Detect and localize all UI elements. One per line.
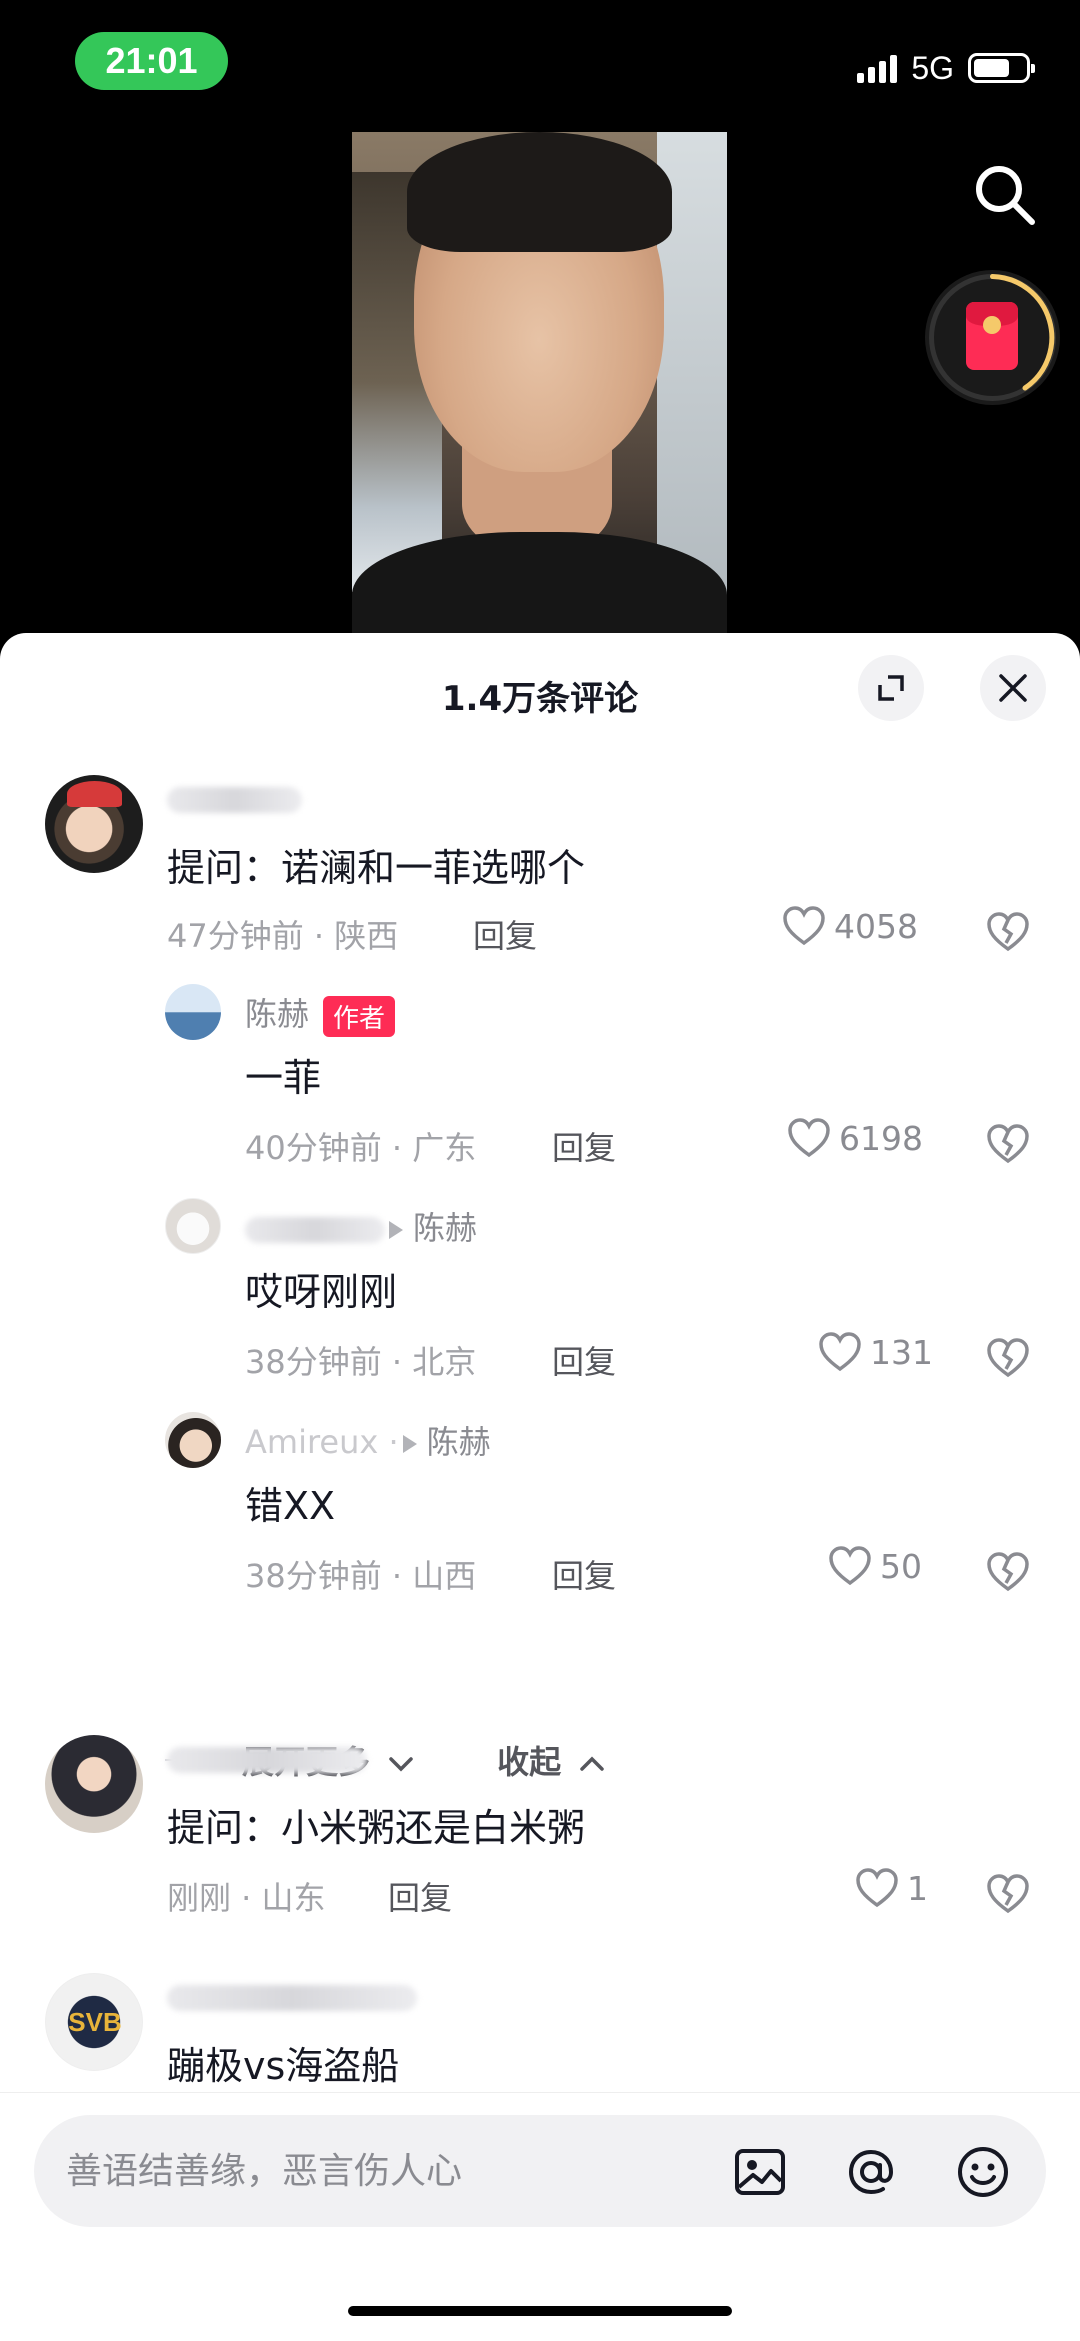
avatar[interactable]: SVB bbox=[45, 1973, 143, 2071]
username[interactable]: Amireux · 陈赫 bbox=[245, 1417, 491, 1463]
close-button[interactable] bbox=[980, 655, 1046, 721]
status-indicators: 5G bbox=[857, 48, 1035, 88]
comment-text: 错XX bbox=[245, 1484, 336, 1528]
comment-input-bar bbox=[0, 2092, 1080, 2341]
reply-arrow-icon bbox=[402, 1435, 417, 1453]
like-button[interactable]: 6198 bbox=[787, 1117, 923, 1159]
reply-button[interactable]: 回复 bbox=[552, 1551, 616, 1597]
like-button[interactable]: 1 bbox=[855, 1867, 928, 1909]
at-icon[interactable] bbox=[842, 2143, 900, 2201]
heart-icon bbox=[856, 1868, 898, 1908]
video-player[interactable] bbox=[352, 132, 727, 652]
comment-input[interactable] bbox=[66, 2115, 706, 2227]
like-button[interactable]: 131 bbox=[818, 1331, 933, 1373]
dislike-icon[interactable] bbox=[986, 1871, 1030, 1915]
comment-text: 提问：诺澜和一菲选哪个 bbox=[167, 846, 586, 890]
avatar[interactable] bbox=[45, 775, 143, 873]
like-count: 131 bbox=[870, 1332, 933, 1372]
comment-meta: 38分钟前 · 北京 bbox=[245, 1343, 477, 1381]
expand-icon bbox=[878, 675, 904, 701]
search-icon[interactable] bbox=[970, 160, 1040, 230]
comment-meta: 38分钟前 · 山西 bbox=[245, 1557, 477, 1595]
author-name: 陈赫 bbox=[245, 995, 310, 1033]
red-packet-icon[interactable] bbox=[925, 270, 1060, 405]
comments-sheet: 1.4万条评论 提问：诺澜和一菲选哪个 47分钟前 · 陕西 回复 4058 陈… bbox=[0, 633, 1080, 2341]
status-time: 21:01 bbox=[75, 32, 228, 90]
avatar[interactable] bbox=[165, 984, 221, 1040]
close-icon bbox=[999, 674, 1027, 702]
heart-icon bbox=[819, 1332, 861, 1372]
username[interactable] bbox=[167, 1739, 367, 1777]
like-count: 1 bbox=[907, 1868, 928, 1908]
comment-text: 哎呀刚刚 bbox=[245, 1270, 398, 1314]
chevron-down-icon bbox=[389, 1757, 413, 1772]
reply-to-name: 陈赫 bbox=[413, 1209, 478, 1247]
reply-button[interactable]: 回复 bbox=[552, 1123, 616, 1169]
comment-text: 一菲 bbox=[245, 1056, 322, 1100]
emoji-icon[interactable] bbox=[954, 2143, 1012, 2201]
expand-button[interactable] bbox=[858, 655, 924, 721]
like-count: 50 bbox=[880, 1546, 922, 1586]
collapse-button[interactable]: 收起 bbox=[497, 1737, 606, 1783]
heart-icon bbox=[788, 1118, 830, 1158]
comment-text: 提问：小米粥还是白米粥 bbox=[167, 1806, 586, 1850]
comment-input-pill bbox=[34, 2115, 1046, 2227]
home-indicator[interactable] bbox=[348, 2306, 732, 2316]
comment-text: 蹦极vs海盗船 bbox=[167, 2044, 400, 2088]
comment-meta: 47分钟前 · 陕西 bbox=[167, 917, 399, 955]
chevron-up-icon bbox=[580, 1756, 605, 1771]
reply-button[interactable]: 回复 bbox=[552, 1337, 616, 1383]
comment-meta: 40分钟前 · 广东 bbox=[245, 1129, 477, 1167]
avatar[interactable] bbox=[45, 1735, 143, 1833]
dislike-icon[interactable] bbox=[986, 909, 1030, 953]
network-type: 5G bbox=[911, 49, 954, 86]
image-icon[interactable] bbox=[731, 2143, 789, 2201]
like-count: 6198 bbox=[839, 1118, 923, 1158]
reply-button[interactable]: 回复 bbox=[473, 911, 537, 957]
heart-icon bbox=[829, 1546, 871, 1586]
dislike-icon[interactable] bbox=[986, 1549, 1030, 1593]
reply-to-name: 陈赫 bbox=[426, 1423, 491, 1461]
comment-meta: 刚刚 · 山东 bbox=[167, 1879, 326, 1917]
battery-icon bbox=[968, 53, 1035, 83]
dislike-icon[interactable] bbox=[986, 1335, 1030, 1379]
avatar[interactable] bbox=[165, 1198, 221, 1254]
username[interactable] bbox=[167, 1977, 417, 2015]
username[interactable]: 陈赫 作者 bbox=[245, 989, 396, 1037]
username[interactable] bbox=[167, 779, 302, 817]
like-button[interactable]: 50 bbox=[828, 1545, 922, 1587]
reply-button[interactable]: 回复 bbox=[388, 1873, 452, 1919]
dislike-icon[interactable] bbox=[986, 1121, 1030, 1165]
author-badge: 作者 bbox=[323, 995, 396, 1037]
like-button[interactable]: 4058 bbox=[782, 905, 918, 947]
reply-arrow-icon bbox=[389, 1221, 403, 1239]
avatar[interactable] bbox=[165, 1412, 221, 1468]
heart-icon bbox=[783, 906, 825, 946]
username[interactable]: 陈赫 bbox=[245, 1203, 477, 1249]
like-count: 4058 bbox=[834, 906, 918, 946]
signal-icon bbox=[857, 53, 898, 83]
reply-username: Amireux · bbox=[245, 1423, 399, 1461]
